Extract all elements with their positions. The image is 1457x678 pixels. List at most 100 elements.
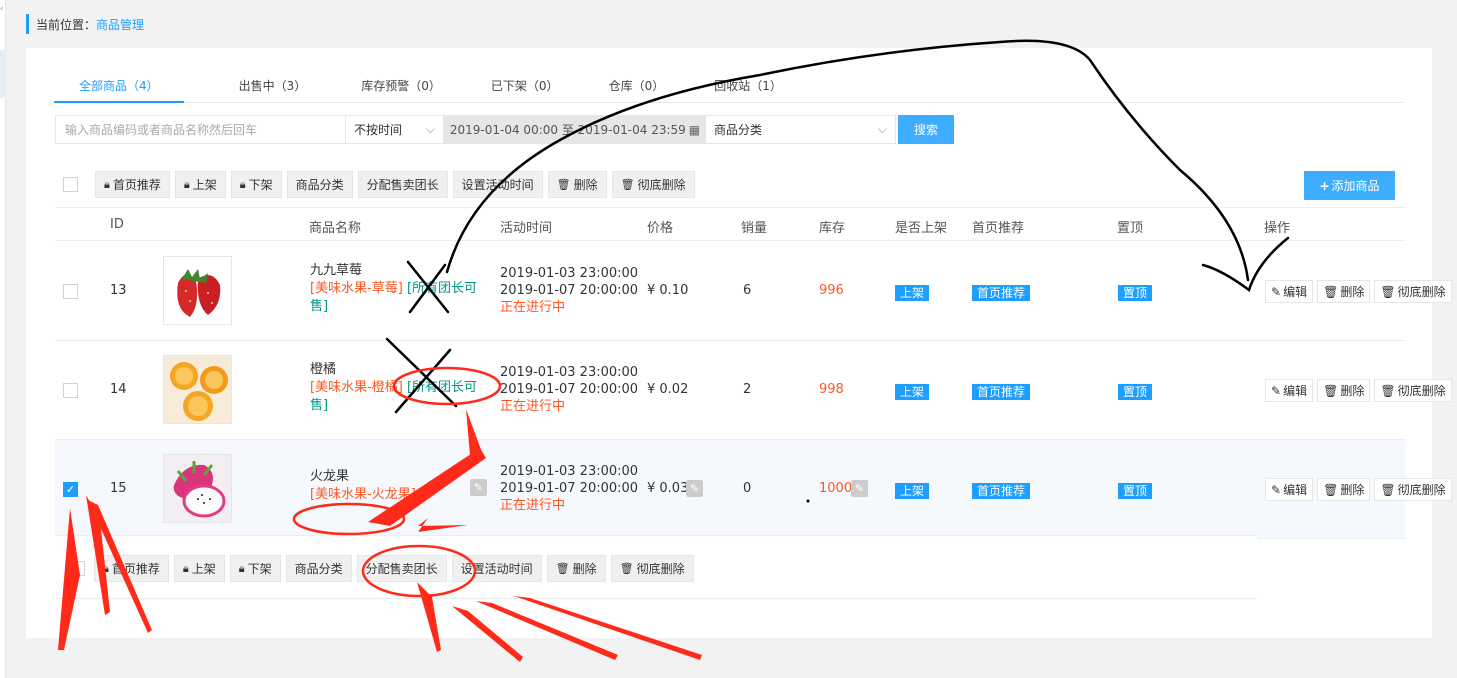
top-tag[interactable]: 置顶 — [1118, 285, 1153, 301]
assign-leader-button-bottom[interactable]: 分配售卖团长 — [356, 555, 447, 582]
row-delete-button[interactable]: 🗑︎ 删除 — [1317, 280, 1371, 303]
tab-on-sale[interactable]: 出售中（3） — [214, 76, 332, 103]
product-name-cell: 九九草莓 [美味水果-草莓] [所有团长可售] — [310, 262, 480, 316]
category-button[interactable]: 商品分类 — [286, 171, 353, 198]
col-time: 活动时间 — [500, 221, 553, 236]
assign-leader-button[interactable]: 分配售卖团长 — [357, 171, 448, 198]
product-name-cell: 火龙果 [美味水果-火龙果] — [310, 468, 480, 504]
search-input[interactable] — [55, 115, 346, 144]
date-range-input[interactable]: 2019-01-04 00:00 至 2019-01-04 23:59 ▦ — [444, 115, 706, 144]
col-id: ID — [110, 217, 124, 232]
time-filter-select[interactable]: 不按时间 ⌵ — [346, 115, 444, 144]
row-id: 15 — [110, 481, 127, 496]
chevron-down-icon: ⌵ — [877, 122, 887, 136]
on-shelf-tag[interactable]: 上架 — [895, 384, 930, 400]
trash-icon: 🗑︎ — [1380, 383, 1396, 398]
row-checkbox[interactable] — [63, 482, 78, 497]
delete-button-bottom[interactable]: 🗑︎ 删除 — [546, 555, 606, 582]
delete-button[interactable]: 🗑︎ 删除 — [547, 171, 607, 198]
col-sales: 销量 — [741, 221, 768, 236]
col-top: 置顶 — [1117, 221, 1144, 236]
product-thumbnail[interactable] — [163, 256, 232, 325]
top-tag[interactable]: 置顶 — [1118, 483, 1153, 499]
breadcrumb-prefix: 当前位置： — [36, 17, 97, 32]
category-filter-select[interactable]: 商品分类 ⌵ — [706, 115, 896, 144]
home-recommend-tag[interactable]: 首页推荐 — [972, 285, 1031, 301]
product-thumbnail[interactable] — [163, 355, 232, 424]
home-recommend-tag[interactable]: 首页推荐 — [972, 483, 1031, 499]
row-delete-label: 删除 — [1340, 285, 1365, 299]
product-name: 火龙果 — [310, 469, 350, 484]
activity-status: 正在进行中 — [500, 498, 566, 513]
row-actions: ✎ 编辑 🗑︎ 删除 🗑︎ 彻底删除 — [1265, 379, 1452, 402]
product-name: 九九草莓 — [310, 263, 363, 278]
row-delete-button[interactable]: 🗑︎ 删除 — [1317, 478, 1371, 501]
table-row: 15 火龙果 [美味水果-火龙果] ✎ 2019-01-03 23:00:00 … — [55, 440, 1452, 539]
add-product-button[interactable]: + 添加商品 — [1304, 171, 1395, 200]
delete-forever-button[interactable]: 🗑︎ 彻底删除 — [611, 171, 695, 198]
edit-label: 编辑 — [1283, 384, 1308, 398]
on-shelf-button-bottom[interactable]: 🔒︎ 上架 — [173, 555, 225, 582]
tab-stock-warning[interactable]: 库存预警（0） — [336, 76, 466, 103]
delete-forever-label: 彻底删除 — [637, 178, 686, 192]
home-recommend-button[interactable]: 🔒︎ 首页推荐 — [95, 171, 170, 198]
row-delete-forever-button[interactable]: 🗑︎ 彻底删除 — [1374, 478, 1452, 501]
lock-icon: 🔒︎ — [103, 561, 109, 575]
row-delete-label: 删除 — [1340, 384, 1365, 398]
select-all-checkbox-bottom[interactable] — [70, 561, 85, 576]
delete-label: 删除 — [572, 562, 597, 576]
row-checkbox[interactable] — [63, 383, 78, 398]
edit-stock-pencil-icon[interactable]: ✎ — [851, 480, 868, 497]
delete-forever-button-bottom[interactable]: 🗑︎ 彻底删除 — [610, 555, 694, 582]
edit-button[interactable]: ✎ 编辑 — [1265, 379, 1314, 402]
product-thumbnail[interactable] — [163, 454, 232, 523]
home-recommend-label: 首页推荐 — [112, 178, 161, 192]
tab-all[interactable]: 全部商品（4） — [54, 76, 184, 103]
on-shelf-tag[interactable]: 上架 — [895, 285, 930, 301]
set-time-button[interactable]: 设置活动时间 — [452, 171, 543, 198]
breadcrumb-current[interactable]: 商品管理 — [96, 16, 144, 33]
set-time-button-bottom[interactable]: 设置活动时间 — [451, 555, 542, 582]
plus-icon: + — [1319, 178, 1330, 193]
top-tag[interactable]: 置顶 — [1118, 384, 1153, 400]
edit-category-pencil-icon[interactable]: ✎ — [470, 479, 487, 496]
row-delete-forever-button[interactable]: 🗑︎ 彻底删除 — [1374, 280, 1452, 303]
product-name: 橙橘 — [310, 362, 337, 377]
on-shelf-button[interactable]: 🔒︎ 上架 — [174, 171, 226, 198]
delete-label: 删除 — [573, 178, 598, 192]
edit-price-pencil-icon[interactable]: ✎ — [686, 480, 703, 497]
off-shelf-label: 下架 — [248, 178, 273, 192]
batch-toolbar-top: 🔒︎ 首页推荐 🔒︎ 上架 🔒︎ 下架 商品分类 分配售卖团长 设置活动时间 🗑︎ 删除… — [55, 171, 695, 198]
lock-icon: 🔒︎ — [104, 177, 110, 191]
off-shelf-button-bottom[interactable]: 🔒︎ 下架 — [229, 555, 281, 582]
row-delete-forever-button[interactable]: 🗑︎ 彻底删除 — [1374, 379, 1452, 402]
stock: 996 — [819, 283, 844, 298]
edit-button[interactable]: ✎ 编辑 — [1265, 280, 1314, 303]
tab-recycle-bin[interactable]: 回收站（1） — [689, 76, 807, 103]
category-button-bottom[interactable]: 商品分类 — [285, 555, 352, 582]
off-shelf-button[interactable]: 🔒︎ 下架 — [230, 171, 282, 198]
table-header: ID 商品名称 活动时间 价格 销量 库存 是否上架 首页推荐 置顶 操作 — [55, 207, 1405, 241]
lock-icon: 🔒︎ — [239, 177, 246, 191]
select-all-checkbox[interactable] — [63, 177, 78, 192]
breadcrumb: 当前位置： 商品管理 — [26, 14, 144, 34]
collapse-chevron-icon[interactable]: ‹ — [0, 4, 4, 14]
sales: 6 — [743, 283, 752, 298]
calendar-icon: ▦ — [688, 122, 701, 137]
trash-icon: 🗑︎ — [1323, 482, 1339, 497]
activity-time: 2019-01-03 23:00:00 2019-01-07 20:00:00 … — [500, 364, 638, 415]
on-shelf-tag[interactable]: 上架 — [895, 483, 930, 499]
time-start: 2019-01-03 23:00:00 — [500, 266, 639, 281]
row-delete-button[interactable]: 🗑︎ 删除 — [1317, 379, 1371, 402]
home-recommend-button-bottom[interactable]: 🔒︎ 首页推荐 — [94, 555, 169, 582]
edit-button[interactable]: ✎ 编辑 — [1265, 478, 1314, 501]
row-delete-forever-label: 彻底删除 — [1397, 285, 1446, 299]
tab-warehouse[interactable]: 仓库（0） — [584, 76, 690, 103]
search-button[interactable]: 搜索 — [898, 115, 954, 144]
home-recommend-tag[interactable]: 首页推荐 — [972, 384, 1031, 400]
tab-off-shelf[interactable]: 已下架（0） — [466, 76, 584, 103]
home-recommend-label: 首页推荐 — [111, 562, 160, 576]
category-filter-value: 商品分类 — [714, 123, 763, 137]
product-category: [美味水果-火龙果] — [310, 487, 416, 502]
row-checkbox[interactable] — [63, 284, 78, 299]
